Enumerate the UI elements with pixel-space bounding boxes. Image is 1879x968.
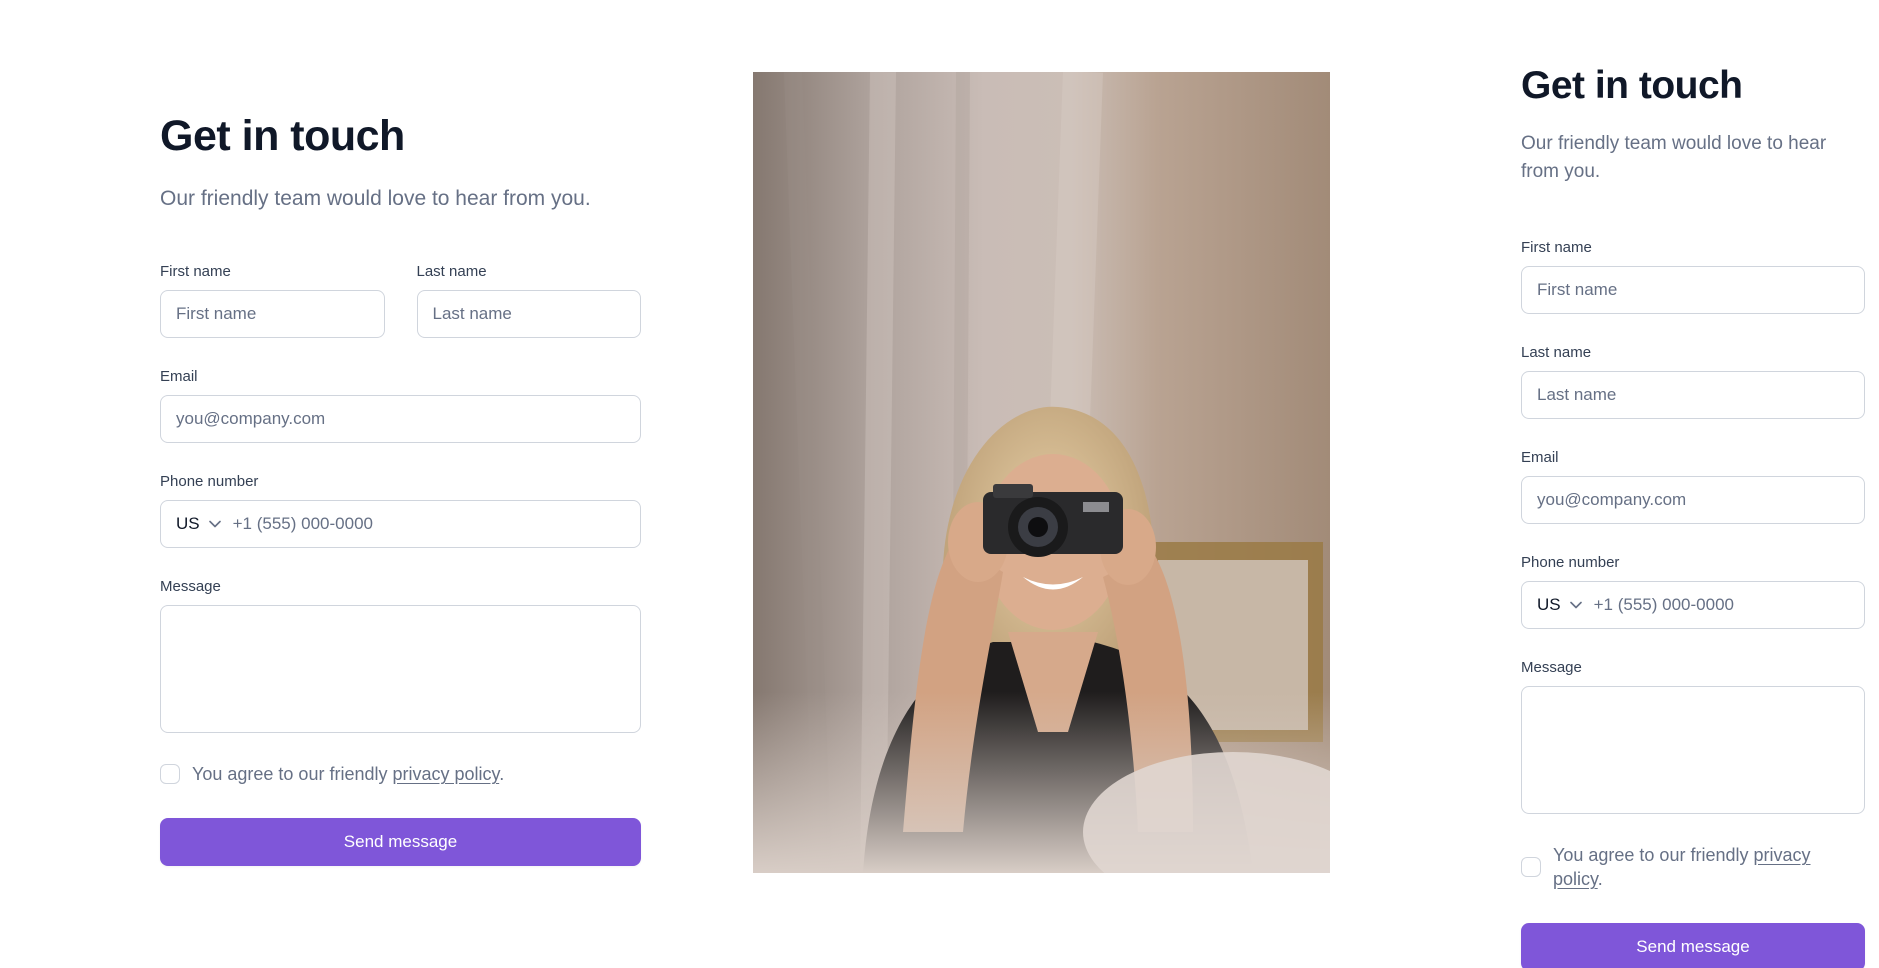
email-label: Email — [1521, 449, 1559, 466]
privacy-agreement: You agree to our friendly privacy policy… — [160, 762, 641, 786]
contact-form-right: Get in touch Our friendly team would lov… — [1521, 64, 1865, 968]
first-name-input[interactable]: First name — [160, 290, 385, 338]
phone-label: Phone number — [1521, 554, 1620, 571]
country-code: US — [1537, 595, 1561, 614]
woman-with-camera-photo — [753, 72, 1330, 873]
first-name-placeholder: First name — [176, 304, 257, 323]
email-input[interactable]: you@company.com — [160, 395, 641, 443]
message-field: Message — [160, 577, 641, 733]
privacy-suffix: . — [499, 764, 505, 784]
phone-input[interactable]: US +1 (555) 000-0000 — [1521, 581, 1865, 629]
email-field: Email you@company.com — [1521, 448, 1865, 524]
phone-placeholder: +1 (555) 000-0000 — [1593, 595, 1734, 614]
form: First name First name Last name Last nam… — [1521, 238, 1865, 968]
last-name-placeholder: Last name — [1537, 385, 1617, 404]
chevron-down-icon — [1569, 601, 1582, 609]
message-textarea[interactable] — [160, 605, 641, 733]
page-subtitle: Our friendly team would love to hear fro… — [160, 187, 591, 210]
message-label: Message — [160, 578, 221, 595]
privacy-prefix: You agree to our friendly — [1553, 845, 1754, 865]
email-label: Email — [160, 368, 198, 385]
first-name-field: First name First name — [160, 262, 385, 338]
form: First name First name Last name Last nam… — [160, 262, 641, 866]
first-name-field: First name First name — [1521, 238, 1865, 314]
name-row: First name First name Last name Last nam… — [160, 262, 641, 367]
message-label: Message — [1521, 659, 1582, 676]
privacy-prefix: You agree to our friendly — [192, 764, 393, 784]
first-name-placeholder: First name — [1537, 280, 1618, 299]
first-name-input[interactable]: First name — [1521, 266, 1865, 314]
send-message-button[interactable]: Send message — [1521, 923, 1865, 968]
privacy-policy-link[interactable]: privacy policy — [392, 764, 499, 784]
email-placeholder: you@company.com — [176, 409, 326, 428]
country-select[interactable]: US — [1522, 582, 1594, 628]
email-placeholder: you@company.com — [1537, 490, 1687, 509]
page-title: Get in touch — [160, 112, 405, 160]
message-field: Message — [1521, 658, 1865, 814]
send-message-button[interactable]: Send message — [160, 818, 641, 866]
email-input[interactable]: you@company.com — [1521, 476, 1865, 524]
last-name-field: Last name Last name — [1521, 343, 1865, 419]
privacy-checkbox[interactable] — [1521, 857, 1541, 877]
chevron-down-icon — [208, 520, 221, 528]
privacy-text: You agree to our friendly privacy policy… — [192, 762, 504, 786]
phone-field: Phone number US +1 (555) 000-0000 — [160, 472, 641, 548]
last-name-placeholder: Last name — [432, 304, 512, 323]
last-name-label: Last name — [1521, 344, 1592, 361]
last-name-input[interactable]: Last name — [416, 290, 641, 338]
country-code: US — [176, 514, 200, 533]
message-textarea[interactable] — [1521, 686, 1865, 814]
last-name-label: Last name — [416, 263, 487, 280]
phone-field: Phone number US +1 (555) 000-0000 — [1521, 553, 1865, 629]
contact-form-left: Get in touch Our friendly team would lov… — [160, 112, 641, 866]
first-name-label: First name — [1521, 239, 1592, 256]
privacy-agreement: You agree to our friendly privacy policy… — [1521, 843, 1865, 891]
page-title: Get in touch — [1521, 64, 1743, 107]
photo-illustration — [753, 72, 1330, 873]
privacy-text: You agree to our friendly privacy policy… — [1553, 843, 1865, 891]
privacy-suffix: . — [1597, 869, 1603, 889]
email-field: Email you@company.com — [160, 367, 641, 443]
phone-input[interactable]: US +1 (555) 000-0000 — [160, 500, 641, 548]
first-name-label: First name — [160, 263, 231, 280]
page-subtitle: Our friendly team would love to hear fro… — [1521, 133, 1827, 182]
privacy-checkbox[interactable] — [160, 764, 180, 784]
country-select[interactable]: US — [161, 501, 233, 547]
last-name-field: Last name Last name — [416, 262, 641, 338]
last-name-input[interactable]: Last name — [1521, 371, 1865, 419]
phone-placeholder: +1 (555) 000-0000 — [232, 514, 373, 533]
phone-label: Phone number — [160, 473, 259, 490]
